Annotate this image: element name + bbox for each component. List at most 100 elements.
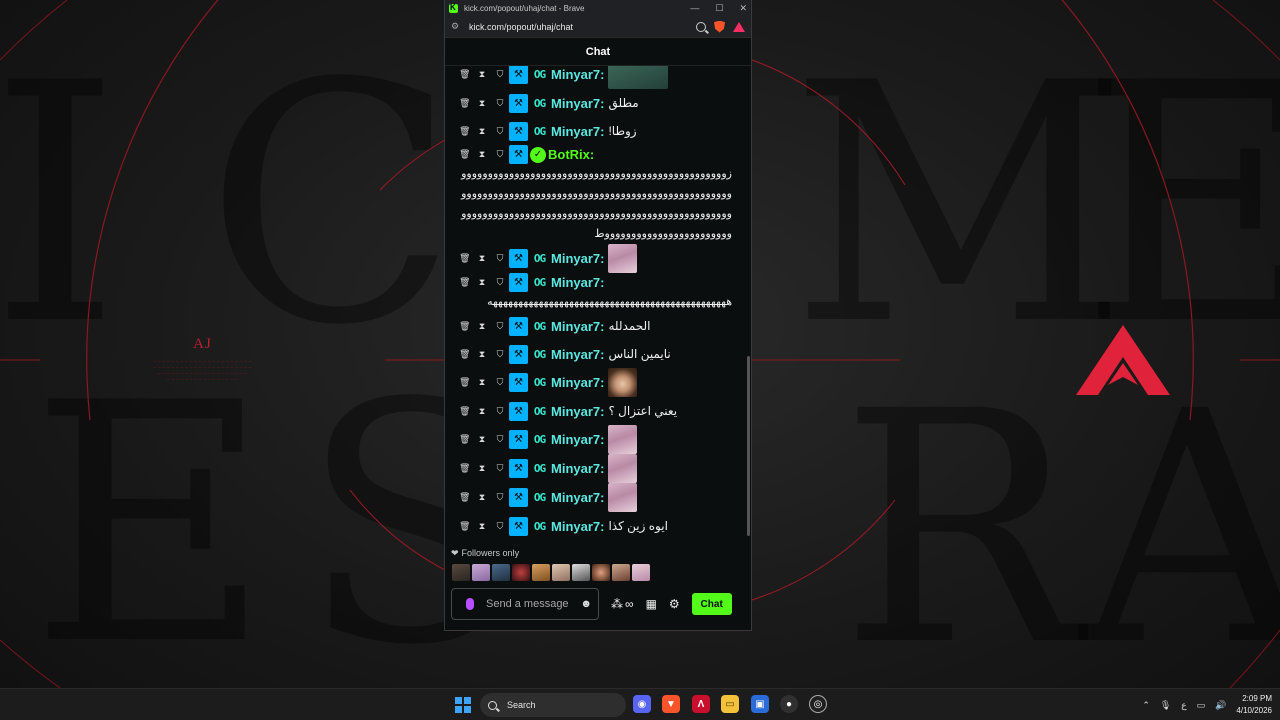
recent-emote[interactable] [612,564,630,581]
chat-emote[interactable] [608,425,638,454]
timeout-icon[interactable]: ⧗ [477,321,487,332]
chat-emote[interactable] [608,454,638,483]
file-explorer-icon[interactable]: ▭ [721,695,739,713]
discord-icon[interactable]: ◉ [633,695,651,713]
volume-icon[interactable]: 🔊 [1215,700,1226,711]
timeout-icon[interactable]: ⧗ [477,377,487,388]
timeout-icon[interactable]: ⧗ [477,434,487,445]
recent-emote[interactable] [632,564,650,581]
delete-icon[interactable]: 🗑 [459,69,470,80]
chat-username[interactable]: Minyar7: [551,404,604,419]
close-icon[interactable]: ✕ [739,3,747,14]
ban-icon[interactable]: ⛉ [495,406,505,417]
recent-emote[interactable] [532,564,550,581]
chat-username[interactable]: Minyar7: [551,67,604,82]
ban-icon[interactable]: ⛉ [495,98,505,109]
delete-icon[interactable]: 🗑 [459,126,470,137]
delete-icon[interactable]: 🗑 [459,149,470,160]
timeout-icon[interactable]: ⧗ [477,521,487,532]
timeout-icon[interactable]: ⧗ [477,463,487,474]
timeout-icon[interactable]: ⧗ [477,98,487,109]
site-settings-icon[interactable]: ⚙ [451,21,463,32]
chat-username[interactable]: Minyar7: [551,251,604,266]
window-titlebar[interactable]: kick.com/popout/uhaj/chat - Brave — ☐ ✕ [445,0,751,16]
url-text[interactable]: kick.com/popout/uhaj/chat [469,22,696,32]
clock[interactable]: 2:09 PM 4/10/2026 [1236,693,1272,717]
ban-icon[interactable]: ⛉ [495,277,505,288]
ban-icon[interactable]: ⛉ [495,253,505,264]
timeout-icon[interactable]: ⧗ [477,69,487,80]
chat-input[interactable]: Send a message ☻ [451,588,599,620]
chat-input-placeholder[interactable]: Send a message [486,598,580,610]
timeout-icon[interactable]: ⧗ [477,492,487,503]
windows-start-icon[interactable] [455,697,471,713]
recent-emote[interactable] [512,564,530,581]
microphone-icon[interactable]: 🎙 [1160,700,1171,711]
delete-icon[interactable]: 🗑 [459,377,470,388]
timeout-icon[interactable]: ⧗ [477,253,487,264]
recent-emote[interactable] [552,564,570,581]
chat-emote[interactable] [608,66,669,89]
delete-icon[interactable]: 🗑 [459,253,470,264]
timeout-icon[interactable]: ⧗ [477,406,487,417]
timeout-icon[interactable]: ⧗ [477,126,487,137]
recent-emote[interactable] [492,564,510,581]
chat-emote[interactable] [608,483,638,512]
delete-icon[interactable]: 🗑 [459,277,470,288]
ban-icon[interactable]: ⛉ [495,149,505,160]
chat-scrollbar[interactable] [747,356,750,536]
ban-icon[interactable]: ⛉ [495,521,505,532]
chevron-up-icon[interactable]: ⌃ [1142,700,1150,711]
mic-icon[interactable] [466,598,474,610]
delete-icon[interactable]: 🗑 [459,406,470,417]
recent-emote[interactable] [472,564,490,581]
ban-icon[interactable]: ⛉ [495,377,505,388]
ban-icon[interactable]: ⛉ [495,126,505,137]
store-icon[interactable]: ▦ [646,597,657,611]
settings-gear-icon[interactable]: ⚙ [669,597,680,611]
taskbar-search[interactable]: Search [480,693,626,717]
kick-points-icon[interactable]: ⁂ [611,597,623,611]
chat-username[interactable]: Minyar7: [551,124,604,139]
address-bar[interactable]: ⚙ kick.com/popout/uhaj/chat [445,16,751,38]
remote-desktop-icon[interactable]: ▣ [751,695,769,713]
brave-shields-icon[interactable] [714,20,725,33]
brave-browser-icon[interactable]: ▼ [662,695,680,713]
ban-icon[interactable]: ⛉ [495,492,505,503]
zoom-icon[interactable] [696,21,706,32]
chat-message-area[interactable]: 🗑 ⧗ ⛉ ⚒ OG Minyar7: 🗑 ⧗ ⛉ ⚒ OG Minyar7: مطلق 🗑 ⧗ ⛉ ⚒ OG Mi… [445,66,751,545]
chat-emote[interactable] [608,244,638,273]
recent-emote[interactable] [592,564,610,581]
ban-icon[interactable]: ⛉ [495,463,505,474]
send-chat-button[interactable]: Chat [691,593,732,615]
steam-icon[interactable]: ◎ [809,695,827,713]
language-indicator[interactable]: ع [1181,700,1186,711]
ban-icon[interactable]: ⛉ [495,321,505,332]
ban-icon[interactable]: ⛉ [495,69,505,80]
delete-icon[interactable]: 🗑 [459,321,470,332]
chat-username[interactable]: BotRix: [548,147,594,162]
obs-icon[interactable]: ● [780,695,798,713]
network-icon[interactable]: ▭ [1197,700,1206,711]
maximize-icon[interactable]: ☐ [715,3,723,14]
recent-emote[interactable] [572,564,590,581]
browser-window[interactable]: kick.com/popout/uhaj/chat - Brave — ☐ ✕ … [444,0,752,631]
delete-icon[interactable]: 🗑 [459,521,470,532]
minimize-icon[interactable]: — [690,3,699,13]
chat-username[interactable]: Minyar7: [551,461,604,476]
chat-username[interactable]: Minyar7: [551,432,604,447]
delete-icon[interactable]: 🗑 [459,98,470,109]
delete-icon[interactable]: 🗑 [459,349,470,360]
recent-emote[interactable] [452,564,470,581]
delete-icon[interactable]: 🗑 [459,463,470,474]
chat-username[interactable]: Minyar7: [551,319,604,334]
chat-username[interactable]: Minyar7: [551,275,604,290]
infinity-icon[interactable]: ∞ [625,597,634,611]
timeout-icon[interactable]: ⧗ [477,149,487,160]
chat-username[interactable]: Minyar7: [551,347,604,362]
apex-app-icon[interactable]: Λ [692,695,710,713]
timeout-icon[interactable]: ⧗ [477,277,487,288]
ban-icon[interactable]: ⛉ [495,434,505,445]
chat-username[interactable]: Minyar7: [551,375,604,390]
chat-emote[interactable] [608,368,638,397]
